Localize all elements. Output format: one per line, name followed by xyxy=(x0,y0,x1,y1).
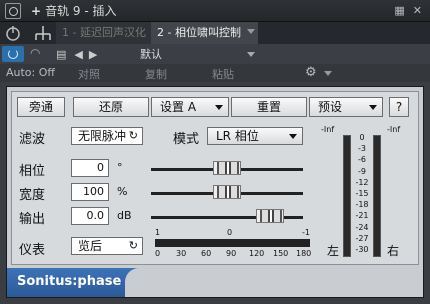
meter-select[interactable]: 览后 ↻ xyxy=(71,237,143,255)
vu-tick-label: -15 xyxy=(355,189,369,198)
vu-tick-label: -21 xyxy=(355,211,369,221)
meter-tick-label: 150 xyxy=(273,249,289,258)
right-channel-label: 右 xyxy=(387,244,400,258)
output-unit: dB xyxy=(117,209,132,222)
cycle-icon: ↻ xyxy=(128,239,138,252)
help-button[interactable]: ? xyxy=(389,97,409,117)
presets-label: 预设 xyxy=(318,100,343,114)
vu-tick-label: -30 xyxy=(355,245,369,254)
meter-scale-bottom: 0 30 60 90 120 150 180 xyxy=(155,249,312,259)
chevron-down-icon xyxy=(289,134,297,139)
power-button[interactable] xyxy=(2,46,24,62)
meter-tick-label: 30 xyxy=(176,249,187,258)
meter-tick-label: 60 xyxy=(201,249,212,258)
chevron-down-icon xyxy=(215,105,223,110)
chevron-down-icon xyxy=(369,105,377,110)
paste-button[interactable]: 粘贴 xyxy=(212,66,234,82)
preset-row: ◠ ▤ ◀ ▶ 默认 xyxy=(0,44,430,64)
plugin-brand: Sonitus:phase xyxy=(17,274,122,289)
close-plugin-icon[interactable] xyxy=(5,2,21,19)
left-vu-meter xyxy=(343,135,351,257)
tab-delay[interactable]: 1 - 延迟回声汉化 xyxy=(56,22,151,44)
phase-slider-thumb[interactable] xyxy=(213,161,241,175)
tab-phase[interactable]: 2 - 相位啸叫控制 xyxy=(151,22,258,44)
gear-icon[interactable]: ⚙ xyxy=(305,65,317,80)
next-preset-icon[interactable]: ▶ xyxy=(89,48,97,61)
output-input[interactable]: 0.0 xyxy=(71,207,109,225)
plugin-footer: Sonitus:phase xyxy=(7,268,423,297)
setup-dropdown[interactable]: 设置 A xyxy=(151,97,229,117)
cycle-icon: ↻ xyxy=(128,129,138,142)
meter-tick-label: 120 xyxy=(249,249,265,258)
meter-value: 览后 xyxy=(78,239,103,253)
close-window-icon[interactable]: ✕ xyxy=(413,4,422,17)
vu-tick-label: -18 xyxy=(355,200,369,210)
tab-dropdown-icon[interactable] xyxy=(247,29,255,34)
filter-value: 无限脉冲 xyxy=(78,129,127,143)
width-input[interactable]: 100 xyxy=(71,183,109,201)
bypass-all-icon[interactable] xyxy=(4,24,22,42)
vu-tick-label: -9 xyxy=(358,166,366,176)
preset-name[interactable]: 默认 xyxy=(140,46,162,62)
bypass-button[interactable]: 旁通 xyxy=(17,97,65,117)
meter-tick-label: 1 xyxy=(155,228,161,237)
prev-preset-icon[interactable]: ◀ xyxy=(74,48,82,61)
meter-tick-label: 0 xyxy=(227,228,233,237)
phase-meter-bar xyxy=(155,239,310,247)
meter-tick-label: 90 xyxy=(226,249,237,258)
meter-label: 仪表 xyxy=(19,243,46,258)
plugin-panel: 旁通 还原 设置 A 重置 预设 ? 滤波 无限脉冲 ↻ 模式 LR 相位 相位… xyxy=(6,86,424,298)
footer-notch xyxy=(125,268,423,297)
meter-tick-label: -1 xyxy=(302,228,310,237)
filter-label: 滤波 xyxy=(19,132,46,147)
phase-input[interactable]: 0 xyxy=(71,159,109,177)
mode-label: 模式 xyxy=(173,132,200,147)
preset-list-icon[interactable]: ▤ xyxy=(56,48,66,61)
meter-tick-label: 180 xyxy=(296,249,312,258)
sidechain-icon[interactable]: ◠ xyxy=(30,46,50,62)
width-unit: % xyxy=(117,185,128,198)
left-peak-readout: -Inf xyxy=(321,125,335,134)
routing-icon[interactable] xyxy=(32,24,54,42)
right-peak-readout: -Inf xyxy=(387,125,401,134)
window-title: 音轨 9 - 插入 xyxy=(45,4,117,18)
right-vu-meter xyxy=(373,135,381,257)
restore-button[interactable]: 还原 xyxy=(73,97,149,117)
add-icon[interactable]: + xyxy=(31,4,41,18)
vu-tick-label: -6 xyxy=(358,155,366,165)
output-label: 输出 xyxy=(19,212,46,227)
left-channel-label: 左 xyxy=(327,244,340,258)
pin-icon[interactable]: ▦ xyxy=(394,4,404,17)
meter-tick-label: 0 xyxy=(155,249,161,258)
phase-unit: ° xyxy=(117,161,123,174)
reset-button[interactable]: 重置 xyxy=(231,97,307,117)
mode-value: LR 相位 xyxy=(216,129,259,143)
compare-button[interactable]: 对照 xyxy=(78,66,100,82)
output-slider-thumb[interactable] xyxy=(256,209,285,223)
width-label: 宽度 xyxy=(19,188,46,203)
tabs-row: 1 - 延迟回声汉化 2 - 相位啸叫控制 xyxy=(0,22,430,44)
vu-tick-label: -27 xyxy=(355,233,369,243)
vu-tick-label: 0 xyxy=(359,133,365,142)
automation-row: Auto: Off 对照 复制 粘贴 ⚙ xyxy=(0,64,430,82)
width-slider-thumb[interactable] xyxy=(213,185,241,199)
setup-label: 设置 A xyxy=(160,100,197,114)
vu-tick-label: -3 xyxy=(358,144,366,154)
automation-status[interactable]: Auto: Off xyxy=(6,66,55,79)
vu-tick-label: -24 xyxy=(355,222,369,232)
presets-dropdown[interactable]: 预设 xyxy=(309,97,383,117)
preset-dropdown-icon[interactable] xyxy=(247,52,255,57)
window-titlebar: + 音轨 9 - 插入 ▦ ✕ xyxy=(0,0,430,22)
phase-label: 相位 xyxy=(19,164,46,179)
filter-select[interactable]: 无限脉冲 ↻ xyxy=(71,127,143,145)
copy-button[interactable]: 复制 xyxy=(145,66,167,82)
mode-select[interactable]: LR 相位 xyxy=(207,127,303,145)
vu-tick-label: -12 xyxy=(355,177,369,187)
settings-dropdown-icon[interactable] xyxy=(324,71,332,76)
